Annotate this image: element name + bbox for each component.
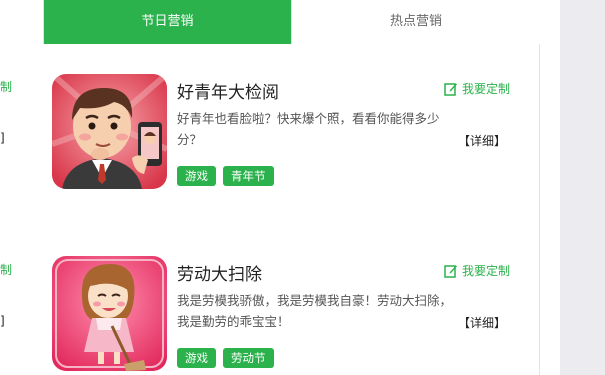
edit-icon [444,82,457,96]
left-edit-link-partial[interactable]: 制 [0,261,16,278]
left-detail-link-partial[interactable]: ] [0,131,16,145]
customize-label: 我要定制 [461,82,510,96]
card-title: 劳动大扫除 [177,265,262,284]
tag-list: 游戏 青年节 [177,166,274,186]
tag-youth-day[interactable]: 青年节 [223,166,274,186]
detail-link[interactable]: 【详细】 [458,132,506,149]
customize-link[interactable]: 我要定制 [444,262,510,279]
cartoon-young-man-thumbnail[interactable] [52,74,167,189]
left-card-partial-2: 制 ] [0,261,16,328]
tab-holiday-marketing[interactable]: 节日营销 [44,0,291,44]
card-description: 我是劳模我骄傲，我是劳模我自豪！劳动大扫除，我是勤劳的乖宝宝！ [177,293,453,329]
card-title: 好青年大检阅 [177,83,279,102]
customize-label: 我要定制 [461,264,510,278]
tag-game[interactable]: 游戏 [177,166,216,186]
tag-game[interactable]: 游戏 [177,348,216,368]
left-edit-link-partial[interactable]: 制 [0,78,16,95]
cartoon-girl-sweeping-thumbnail[interactable] [52,256,167,371]
panel-divider [539,0,540,375]
tab-bar: 节日营销 热点营销 [0,0,540,44]
tab-hot-marketing[interactable]: 热点营销 [291,0,540,44]
detail-link[interactable]: 【详细】 [458,314,506,331]
left-detail-link-partial[interactable]: ] [0,314,16,328]
customize-link[interactable]: 我要定制 [444,80,510,97]
edit-icon [444,264,457,278]
campaign-card: 劳动大扫除 我要定制 我是劳模我骄傲，我是劳模我自豪！劳动大扫除，我是勤劳的乖宝… [52,256,522,374]
tag-labor-day[interactable]: 劳动节 [223,348,274,368]
right-side-panel [560,0,605,375]
left-card-partial-1: 制 ] [0,78,16,145]
tag-list: 游戏 劳动节 [177,348,274,368]
tab-partial-left[interactable] [0,0,44,44]
campaign-card: 好青年大检阅 我要定制 好青年也看脸啦？快来爆个照，看看你能得多少分？ 【详细】… [52,74,522,192]
card-description: 好青年也看脸啦？快来爆个照，看看你能得多少分？ [177,111,440,147]
